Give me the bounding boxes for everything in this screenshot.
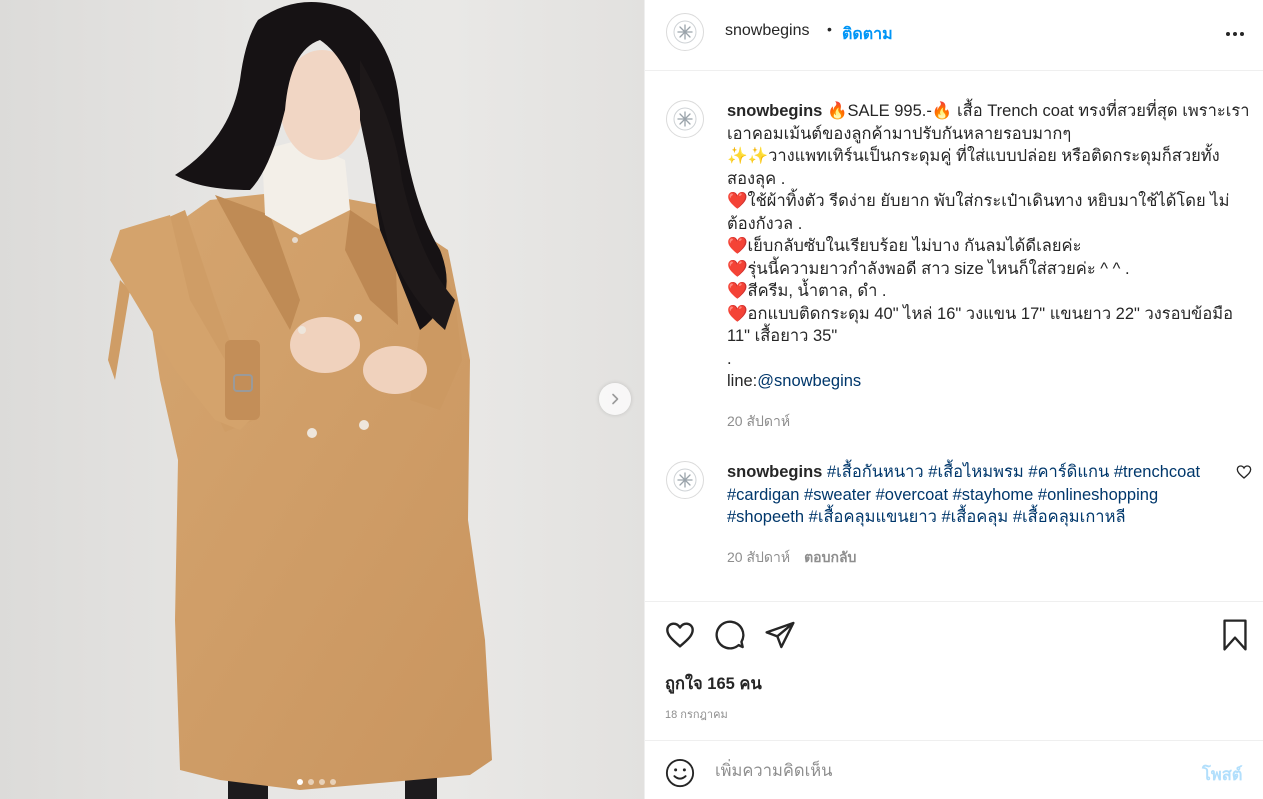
caption-text: snowbegins 🔥SALE 995.-🔥 เสื้อ Trench coa… — [727, 100, 1250, 393]
post-comment-button[interactable]: โพสต์ — [1202, 762, 1243, 788]
author-username[interactable]: snowbegins — [725, 22, 810, 40]
carousel-dot — [319, 779, 325, 785]
smiley-icon[interactable] — [665, 758, 695, 788]
caption-line: line:@snowbegins — [727, 370, 1247, 393]
comment-avatar[interactable] — [666, 461, 704, 499]
comment-line: snowbegins #เสื้อกันหนาว #เสื้อไหมพรม #ค… — [727, 461, 1247, 484]
comments-list: snowbegins 🔥SALE 995.-🔥 เสื้อ Trench coa… — [645, 72, 1263, 600]
next-slide-button[interactable] — [599, 383, 631, 415]
caption-line: ❤️รุ่นนี้ความยาวกำลังพอดี สาว size ไหนก็… — [727, 259, 1130, 278]
caption-line: snowbegins 🔥SALE 995.-🔥 เสื้อ Trench coa… — [727, 100, 1250, 123]
hashtag-link[interactable]: #shopeeth #เสื้อคลุมแขนยาว #เสื้อคลุม #เ… — [727, 506, 1247, 529]
caption-line: ❤️เย็บกลับซับในเรียบร้อย ไม่บาง กันลมได้… — [727, 237, 1082, 255]
caption-time[interactable]: 20 สัปดาห์ — [727, 411, 790, 433]
comment-time[interactable]: 20 สัปดาห์ — [727, 549, 790, 565]
comment-bubble-icon[interactable] — [714, 619, 746, 651]
chevron-right-icon — [612, 393, 619, 405]
comment-username[interactable]: snowbegins — [727, 463, 822, 481]
heart-outline-icon[interactable] — [1236, 464, 1252, 480]
comment-input[interactable] — [715, 759, 1185, 783]
post-photo — [108, 2, 492, 799]
hashtag-link[interactable]: #cardigan #sweater #overcoat #stayhome #… — [727, 484, 1247, 507]
snowflake-logo-icon — [673, 468, 697, 492]
caption-line: 11" เสื้อยาว 35" — [727, 327, 838, 345]
caption-username[interactable]: snowbegins — [727, 102, 822, 120]
post-media — [0, 0, 644, 799]
heart-icon[interactable] — [664, 619, 696, 651]
instagram-post: snowbegins • ติดตาม snowbegins 🔥SALE 995… — [0, 0, 1263, 799]
snowflake-logo-icon — [673, 20, 697, 44]
caption-line: สองลุค . — [727, 169, 786, 188]
carousel-dot — [297, 779, 303, 785]
post-header: snowbegins • ติดตาม — [645, 0, 1263, 71]
snowflake-logo-icon — [673, 107, 697, 131]
more-horizontal-icon[interactable] — [1223, 24, 1247, 44]
mention-link[interactable]: @snowbegins — [757, 372, 861, 390]
paper-plane-icon[interactable] — [764, 619, 796, 651]
caption-line: ต้องกังวล . — [727, 214, 803, 233]
caption-line: เอาคอมเม้นต์ของลูกค้ามาปรับกันหลายรอบมาก… — [727, 124, 1072, 143]
carousel-dot — [308, 779, 314, 785]
comment-meta: 20 สัปดาห์ ตอบกลับ — [727, 547, 856, 569]
caption-avatar[interactable] — [666, 100, 704, 138]
likes-count[interactable]: ถูกใจ 165 คน — [665, 671, 762, 697]
post-panel: snowbegins • ติดตาม snowbegins 🔥SALE 995… — [644, 0, 1263, 799]
comment-text: snowbegins #เสื้อกันหนาว #เสื้อไหมพรม #ค… — [727, 461, 1247, 529]
caption-line: ❤️อกแบบติดกระดุม 40" ไหล่ 16" วงแขน 17" … — [727, 304, 1234, 323]
follow-button[interactable]: ติดตาม — [842, 22, 893, 47]
add-comment-bar: โพสต์ — [645, 740, 1263, 799]
header-separator: • — [827, 21, 832, 37]
carousel-indicator — [297, 779, 336, 785]
carousel-dot — [330, 779, 336, 785]
caption-line: ✨✨วางแพทเทิร์นเป็นกระดุมคู่ ที่ใส่แบบปล่… — [727, 147, 1220, 165]
post-actions: ถูกใจ 165 คน 18 กรกฎาคม — [645, 601, 1263, 740]
reply-button[interactable]: ตอบกลับ — [804, 549, 856, 565]
line-prefix: line: — [727, 372, 758, 390]
comment-item: snowbegins #เสื้อกันหนาว #เสื้อไหมพรม #ค… — [666, 461, 1252, 571]
caption-line: ❤️ใช้ผ้าทิ้งตัว รีดง่าย ยับยาก พับใส่กระ… — [727, 192, 1230, 210]
author-avatar[interactable] — [666, 13, 704, 51]
caption-line-text: 🔥SALE 995.-🔥 เสื้อ Trench coat ทรงที่สวย… — [826, 102, 1250, 120]
caption-line: . — [727, 349, 732, 368]
caption-item: snowbegins 🔥SALE 995.-🔥 เสื้อ Trench coa… — [666, 100, 1251, 440]
bookmark-icon[interactable] — [1219, 618, 1251, 652]
caption-line: ❤️สีครีม, น้ำตาล, ดำ . — [727, 282, 887, 300]
hashtag-link[interactable]: #เสื้อกันหนาว #เสื้อไหมพรม #คาร์ดิแกน #t… — [827, 463, 1200, 481]
post-date[interactable]: 18 กรกฎาคม — [665, 705, 728, 723]
